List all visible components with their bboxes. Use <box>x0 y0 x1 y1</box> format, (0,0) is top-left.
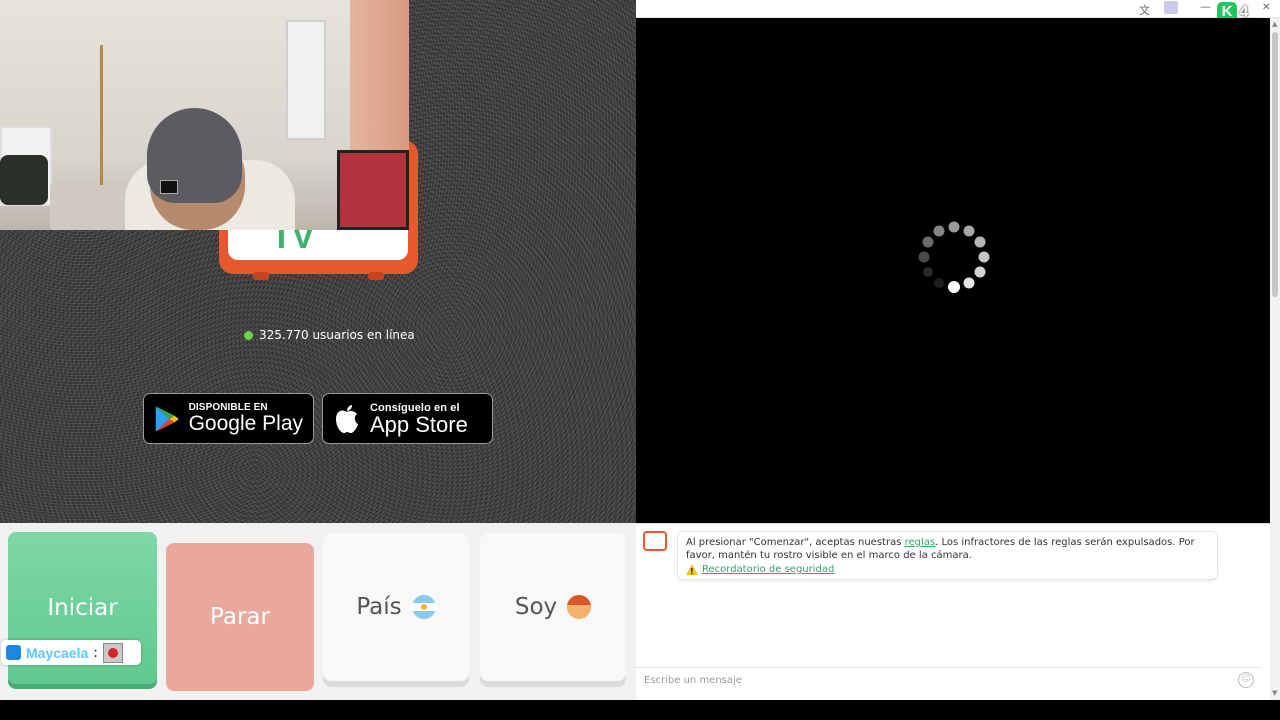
google-play-text: DISPONIBLE EN Google Play <box>189 402 303 435</box>
overlay-username: Maycaela <box>26 644 89 661</box>
message-input[interactable]: Escribe un mensaje <box>636 667 1260 692</box>
emoji-icon[interactable]: ☺ <box>1238 672 1254 688</box>
stop-button[interactable]: Parar <box>166 543 314 691</box>
logo-foot <box>368 272 384 280</box>
translate-icon[interactable]: 文 <box>1139 2 1150 18</box>
soy-label: Soy <box>514 594 558 620</box>
close-icon[interactable]: ✕ <box>1262 2 1270 13</box>
app-store-text: Consíguelo en el App Store <box>370 402 468 436</box>
app-store-big: App Store <box>370 411 468 437</box>
start-label: Iniciar <box>47 595 118 621</box>
users-online-text: 325.770 usuarios en línea <box>259 328 415 342</box>
scroll-up-icon[interactable]: ▲ <box>1272 20 1277 28</box>
country-selector[interactable]: País <box>323 533 469 681</box>
google-play-icon <box>155 405 179 432</box>
google-play-big: Google Play <box>188 412 303 435</box>
webcam-door <box>286 20 326 140</box>
safety-reminder: Recordatorio de seguridad <box>686 563 1209 578</box>
scrollbar-thumb[interactable] <box>1272 32 1278 297</box>
boy-emoji-icon <box>567 595 592 619</box>
app-icon <box>6 645 21 660</box>
menu-icon[interactable] <box>1164 1 1178 14</box>
users-online-status: 325.770 usuarios en línea <box>244 328 415 342</box>
notice-text-pre: Al presionar "Comenzar", aceptas nuestra… <box>686 537 905 548</box>
app-window: 文 — ✕ K 4 TV 325.770 usuarios en línea D… <box>0 0 1280 720</box>
stranger-video-placeholder: TV 325.770 usuarios en línea DISPONIBLE … <box>0 0 636 523</box>
webcam-chair <box>337 150 409 230</box>
minimize-icon[interactable]: — <box>1200 0 1211 13</box>
overlay-avatar <box>103 642 123 663</box>
bottom-edge <box>0 700 1280 720</box>
stop-label: Parar <box>210 604 270 630</box>
country-label: País <box>356 594 402 620</box>
self-webcam-preview <box>0 0 409 230</box>
webcam-broom <box>100 45 103 185</box>
google-play-button[interactable]: DISPONIBLE EN Google Play <box>143 393 314 444</box>
logo-foot <box>253 272 269 280</box>
safety-reminder-link[interactable]: Recordatorio de seguridad <box>702 563 834 576</box>
apple-icon <box>336 404 358 433</box>
user-overlay-tag: Maycaela : <box>1 640 141 665</box>
online-dot-icon <box>244 330 253 340</box>
webcam-bag <box>0 155 48 205</box>
warning-icon <box>686 564 698 578</box>
webcam-curtain <box>350 0 409 150</box>
cap-logo <box>160 180 178 194</box>
scroll-down-icon[interactable]: ▼ <box>1272 689 1277 697</box>
overlay-separator: : <box>93 644 98 661</box>
gender-selector[interactable]: Soy <box>480 533 626 681</box>
argentina-flag-icon <box>411 595 436 619</box>
loading-spinner-icon <box>918 221 990 293</box>
app-store-button[interactable]: Consíguelo en el App Store <box>322 393 493 444</box>
rules-link[interactable]: reglas <box>905 537 936 548</box>
ome-tv-avatar-icon <box>643 531 667 551</box>
rules-notice: Al presionar "Comenzar", aceptas nuestra… <box>677 531 1218 580</box>
